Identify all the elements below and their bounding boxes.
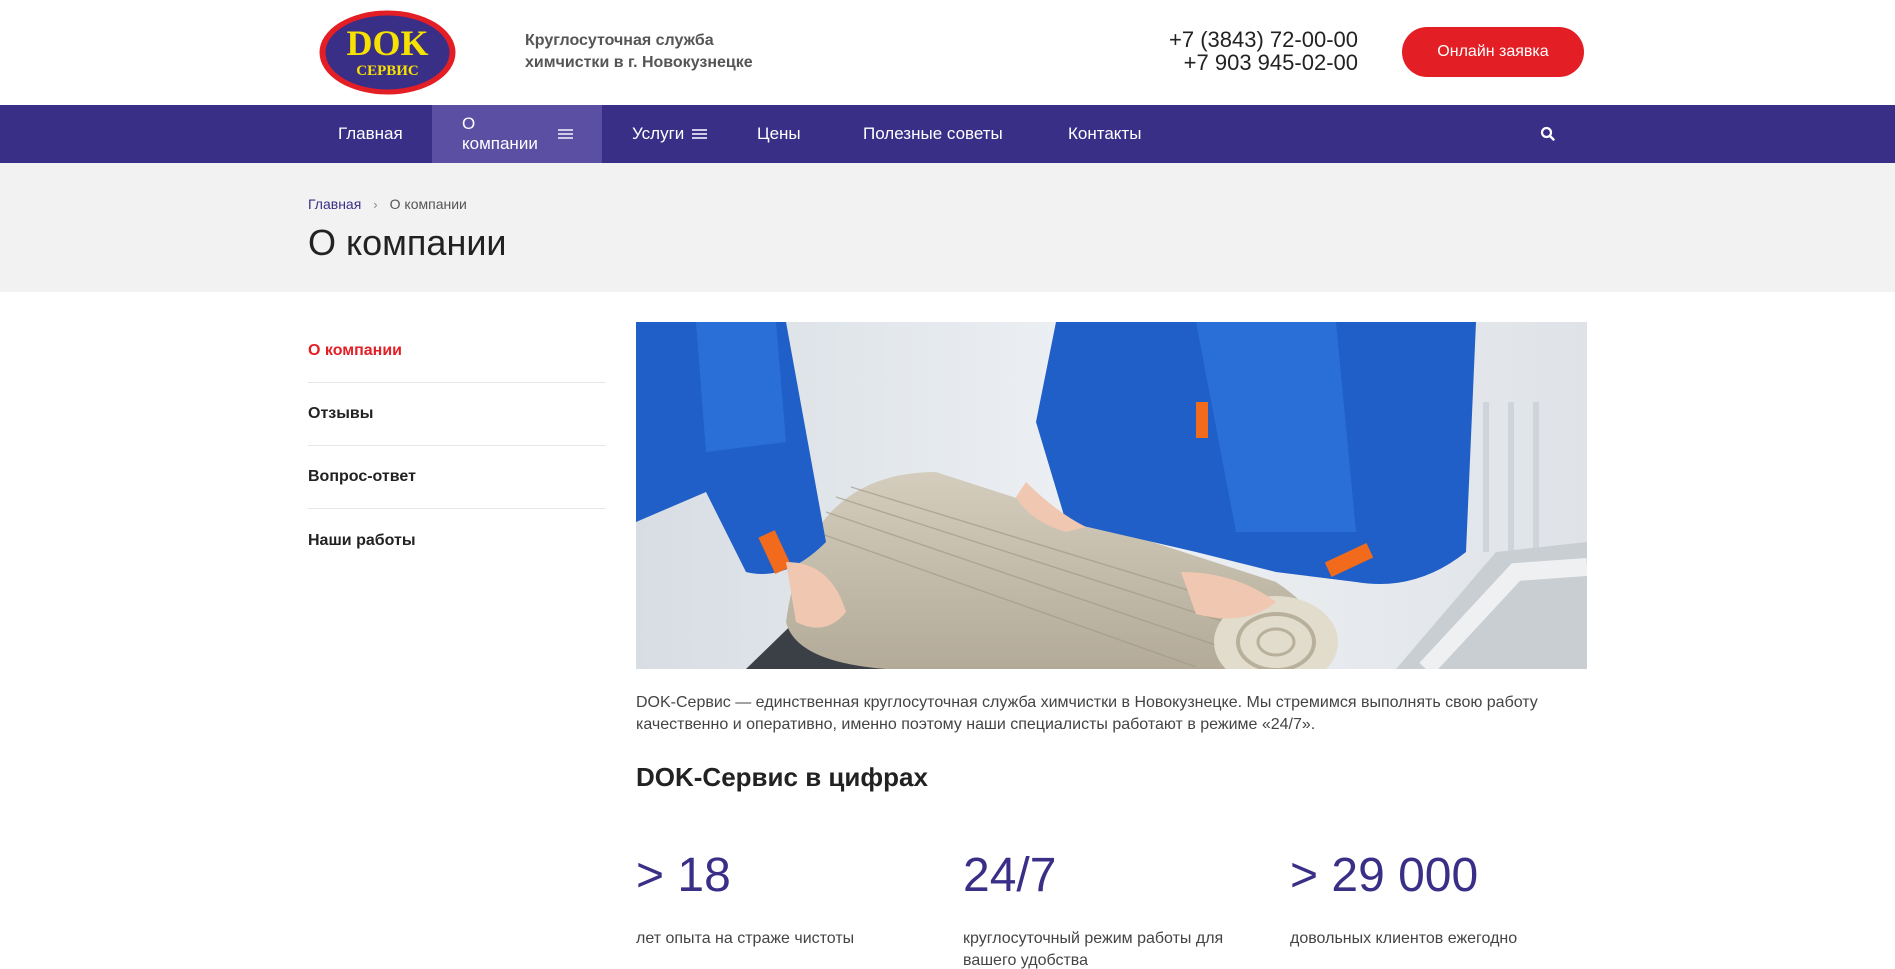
main-nav: Главная О компании Услуги Цены Полезные … bbox=[0, 105, 1895, 163]
menu-icon bbox=[692, 129, 708, 139]
stats-title: DOK-Сервис в цифрах bbox=[636, 762, 928, 792]
sidebar-item-works[interactable]: Наши работы bbox=[308, 509, 606, 572]
phone-link[interactable]: +7 903 945-02-00 bbox=[1100, 51, 1358, 74]
hero-image bbox=[636, 322, 1587, 669]
nav-item-contacts[interactable]: Контакты bbox=[1038, 105, 1171, 163]
breadcrumb: Главная › О компании bbox=[308, 196, 467, 212]
stat-value: > 18 bbox=[636, 849, 731, 902]
sidebar-item-label: Отзывы bbox=[308, 405, 374, 422]
stat-value: 24/7 bbox=[963, 849, 1057, 902]
nav-item-prices[interactable]: Цены bbox=[727, 105, 831, 163]
phone-link[interactable]: +7 (3843) 72-00-00 bbox=[1100, 28, 1358, 51]
page-title: О компании bbox=[308, 222, 507, 263]
nav-item-label: Главная bbox=[338, 124, 403, 143]
logo-bottom-text: СЕРВИС bbox=[356, 63, 419, 79]
page-header-band bbox=[0, 163, 1895, 292]
nav-item-services[interactable]: Услуги bbox=[602, 105, 737, 163]
nav-item-label: Услуги bbox=[632, 124, 685, 143]
site-logo[interactable]: DOK СЕРВИС bbox=[318, 9, 457, 96]
sidebar-item-label: Наши работы bbox=[308, 531, 416, 549]
menu-icon bbox=[557, 129, 573, 139]
stat-item: > 18 лет опыта на страже чистоты bbox=[636, 848, 936, 950]
online-request-button[interactable]: Онлайн заявка bbox=[1402, 27, 1584, 77]
stat-caption: лет опыта на страже чистоты bbox=[636, 930, 855, 947]
sidebar-item-reviews[interactable]: Отзывы bbox=[308, 383, 606, 446]
nav-item-about[interactable]: О компании bbox=[432, 105, 602, 163]
breadcrumb-home-link[interactable]: Главная bbox=[308, 196, 361, 212]
intro-text: DOK-Сервис — единственная круглосуточная… bbox=[636, 694, 1538, 733]
tagline: Круглосуточная служба химчистки в г. Нов… bbox=[525, 30, 825, 74]
tagline-line: химчистки в г. Новокузнецке bbox=[525, 54, 753, 71]
sidebar-item-faq[interactable]: Вопрос-ответ bbox=[308, 446, 606, 509]
phone-numbers: +7 (3843) 72-00-00 +7 903 945-02-00 bbox=[1100, 28, 1358, 74]
stat-caption: довольных клиентов ежегодно bbox=[1290, 930, 1518, 947]
page: DOK СЕРВИС Круглосуточная служба химчист… bbox=[0, 0, 1895, 969]
search-icon[interactable] bbox=[1536, 122, 1560, 146]
tagline-line: Круглосуточная служба bbox=[525, 32, 714, 49]
sidebar-item-label: О компании bbox=[308, 342, 402, 359]
nav-item-home[interactable]: Главная bbox=[308, 105, 433, 163]
stat-item: 24/7 круглосуточный режим работы для ваш… bbox=[963, 848, 1233, 969]
nav-item-tips[interactable]: Полезные советы bbox=[833, 105, 1033, 163]
sidebar-item-about[interactable]: О компании bbox=[308, 320, 606, 383]
sidebar-item-label: Вопрос-ответ bbox=[308, 468, 416, 485]
nav-item-label: Контакты bbox=[1068, 124, 1142, 143]
stat-value: > 29 000 bbox=[1290, 849, 1479, 902]
site-header: DOK СЕРВИС Круглосуточная служба химчист… bbox=[0, 0, 1895, 105]
breadcrumb-current: О компании bbox=[389, 196, 467, 212]
stat-item: > 29 000 довольных клиентов ежегодно bbox=[1290, 848, 1590, 950]
sidebar-menu: О компании Отзывы Вопрос-ответ Наши рабо… bbox=[308, 320, 606, 572]
chevron-right-icon: › bbox=[373, 196, 378, 212]
logo-top-text: DOK bbox=[346, 23, 428, 63]
nav-item-label: О компании bbox=[462, 114, 538, 153]
nav-item-label: Полезные советы bbox=[863, 124, 1003, 143]
nav-item-label: Цены bbox=[757, 124, 801, 143]
stat-caption: круглосуточный режим работы для вашего у… bbox=[963, 930, 1224, 969]
